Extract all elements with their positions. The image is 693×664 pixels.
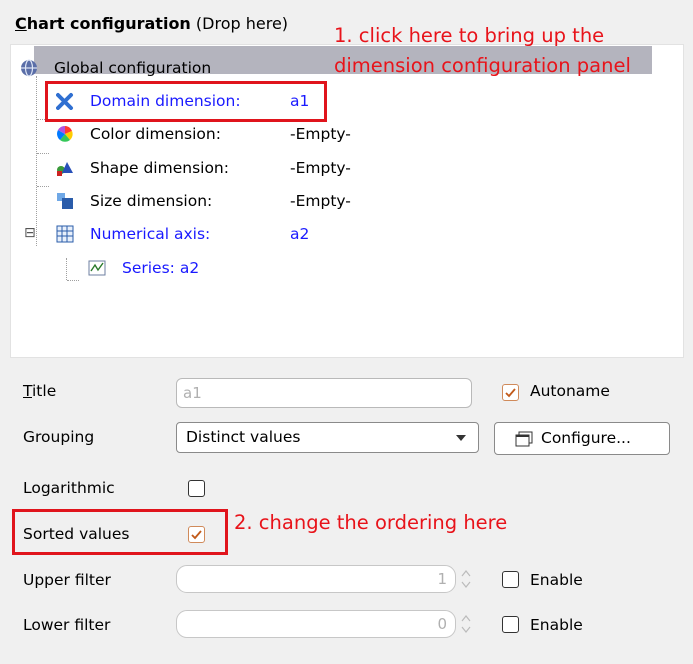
globe-icon <box>21 59 37 77</box>
tree-item-value: -Empty- <box>290 159 351 177</box>
autoname-label: Autoname <box>530 382 610 400</box>
title-input-value: a1 <box>183 384 202 402</box>
tree-connector <box>37 186 49 187</box>
annotation-step-1: 1. click here to bring up the <box>334 24 605 47</box>
tree-connector <box>67 280 79 281</box>
tree-item-label: Shape dimension: <box>90 159 229 177</box>
logarithmic-checkbox[interactable] <box>188 480 205 497</box>
tree-item-label: Numerical axis: <box>90 225 211 243</box>
annotation-highlight-box <box>45 81 327 122</box>
upper-filter-spinner[interactable]: 1 <box>176 565 456 593</box>
collapse-icon[interactable]: ⊟ <box>24 221 36 245</box>
panel-title-mnemonic: C <box>15 14 27 33</box>
window-icon <box>515 431 533 447</box>
checkmark-icon <box>505 388 516 398</box>
grouping-select[interactable]: Distinct values <box>176 422 479 453</box>
lower-filter-enable-checkbox[interactable] <box>502 616 519 633</box>
lower-filter-value: 0 <box>437 615 447 633</box>
annotation-step-1-cont: dimension configuration panel <box>334 54 631 77</box>
configure-button[interactable]: Configure... <box>494 422 670 455</box>
title-label-text: itle <box>32 382 57 400</box>
tree-connector <box>36 76 37 246</box>
annotation-step-2: 2. change the ordering here <box>234 511 508 534</box>
annotation-highlight-box <box>12 509 228 555</box>
lower-filter-label: Lower filter <box>23 616 111 634</box>
tree-item-value: a2 <box>290 225 310 243</box>
tree-item-label: Series: a2 <box>122 259 200 277</box>
tree-connector <box>37 153 49 154</box>
lower-filter-spinner[interactable]: 0 <box>176 610 456 638</box>
tree-item-label: Global configuration <box>54 59 212 77</box>
grouping-label: Grouping <box>23 428 95 446</box>
spinner-arrows-icon[interactable] <box>460 565 472 593</box>
grid-axis-icon <box>56 225 74 243</box>
tree-item-value: -Empty- <box>290 125 351 143</box>
spinner-arrows-icon[interactable] <box>460 610 472 638</box>
upper-filter-enable-checkbox[interactable] <box>502 571 519 588</box>
upper-filter-value: 1 <box>437 570 447 588</box>
title-label: Title <box>23 382 56 400</box>
tree-item-label: Color dimension: <box>90 125 221 143</box>
logarithmic-label: Logarithmic <box>23 479 115 497</box>
color-wheel-icon <box>57 125 73 142</box>
title-input[interactable]: a1 <box>176 378 472 408</box>
lower-filter-enable-label: Enable <box>530 616 583 634</box>
tree-item-value: -Empty- <box>290 192 351 210</box>
series-chart-icon <box>88 260 106 276</box>
shapes-icon <box>57 162 73 176</box>
configure-button-label: Configure... <box>541 429 631 447</box>
grouping-selected-value: Distinct values <box>186 428 301 446</box>
tree-connector <box>66 258 67 280</box>
upper-filter-enable-label: Enable <box>530 571 583 589</box>
title-label-mnemonic: T <box>23 382 32 400</box>
panel-title: Chart configuration (Drop here) <box>15 14 288 33</box>
panel-title-text: hart configuration <box>26 14 191 33</box>
size-squares-icon <box>57 193 73 209</box>
panel-title-hint: (Drop here) <box>190 14 289 33</box>
tree-item-label: Size dimension: <box>90 192 213 210</box>
autoname-checkbox[interactable] <box>502 384 519 401</box>
upper-filter-label: Upper filter <box>23 571 111 589</box>
chevron-down-icon <box>456 435 466 441</box>
